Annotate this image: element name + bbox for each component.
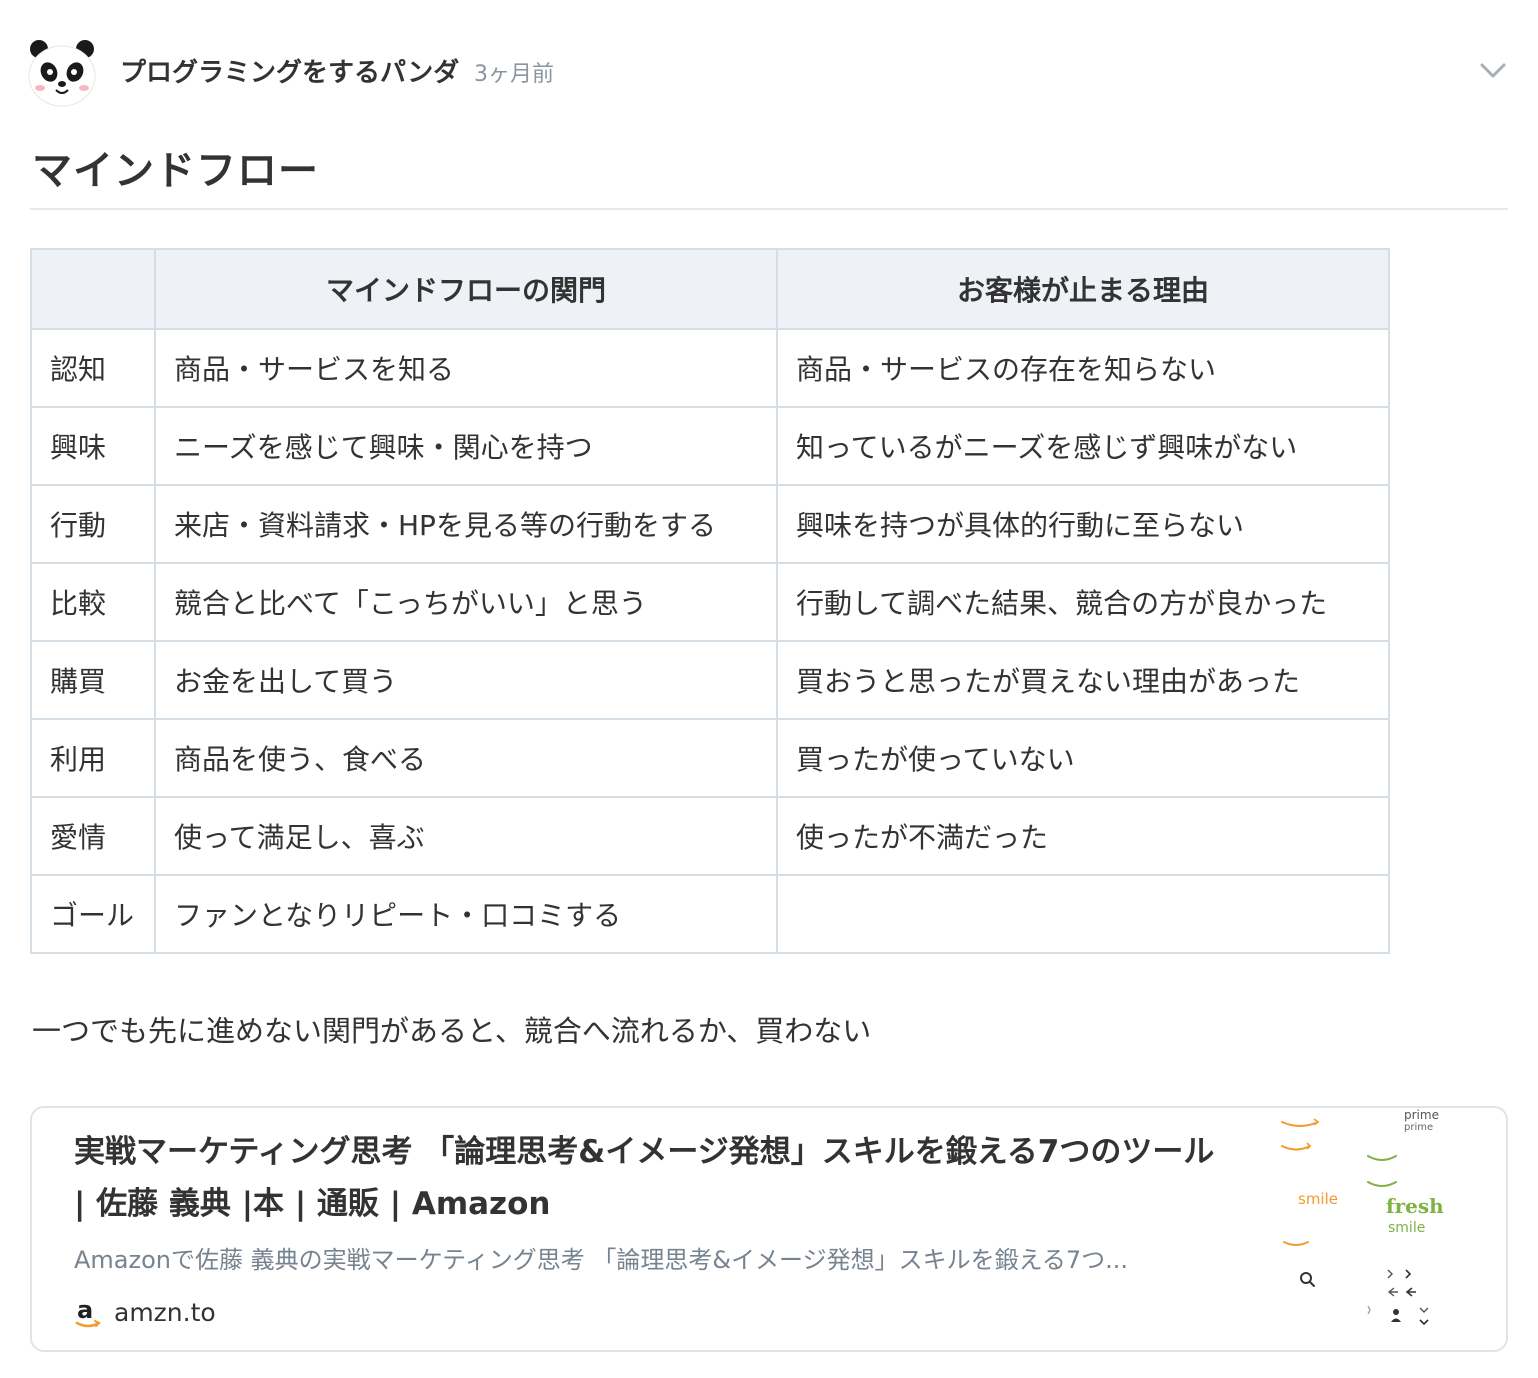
reason-cell: 買ったが使っていない [776,718,1390,798]
thumb-fresh-label: fresh [1386,1194,1444,1218]
link-card-description: Amazonで佐藤 義典の実戦マーケティング思考 「論理思考&イメージ発想」スキ… [74,1246,1129,1274]
reason-cell: 知っているがニーズを感じず興味がない [776,406,1390,486]
thumb-smile-label: smile [1298,1190,1338,1208]
gate-cell: 使って満足し、喜ぶ [154,796,778,876]
gate-cell: ニーズを感じて興味・関心を持つ [154,406,778,486]
link-card[interactable]: 実戦マーケティング思考 「論理思考&イメージ発想」スキルを鍛える7つのツール |… [30,1106,1508,1352]
table-header-row: マインドフローの関門 お客様が止まる理由 [30,248,1390,330]
link-card-domain: amzn.to [114,1298,216,1327]
stage-cell: ゴール [30,874,156,954]
amazon-sprite-image [1281,1118,1429,1326]
gate-cell: 商品・サービスを知る [154,328,778,408]
mindflow-table: マインドフローの関門 お客様が止まる理由 認知 商品・サービスを知る 商品・サー… [30,248,1390,954]
reason-cell: 行動して調べた結果、競合の方が良かった [776,562,1390,642]
reason-cell: 興味を持つが具体的行動に至らない [776,484,1390,564]
panda-avatar-icon[interactable] [26,36,98,108]
link-card-title[interactable]: 実戦マーケティング思考 「論理思考&イメージ発想」スキルを鍛える7つのツール |… [74,1126,1234,1230]
table-row: 興味 ニーズを感じて興味・関心を持つ 知っているがニーズを感じず興味がない [30,406,1390,486]
table-row: 比較 競合と比べて「こっちがいい」と思う 行動して調べた結果、競合の方が良かった [30,562,1390,642]
table-row: 利用 商品を使う、食べる 買ったが使っていない [30,718,1390,798]
table-row: 認知 商品・サービスを知る 商品・サービスの存在を知らない [30,328,1390,408]
gate-cell: お金を出して買う [154,640,778,720]
stage-cell: 比較 [30,562,156,642]
reason-cell: 買おうと思ったが買えない理由があった [776,640,1390,720]
gate-cell: ファンとなりリピート・口コミする [154,874,778,954]
author-name[interactable]: プログラミングをするパンダ [120,52,459,89]
table-row: 購買 お金を出して買う 買おうと思ったが買えない理由があった [30,640,1390,720]
post-timestamp: 3ヶ月前 [474,62,554,87]
table-row: ゴール ファンとなりリピート・口コミする [30,874,1390,954]
reason-cell: 商品・サービスの存在を知らない [776,328,1390,408]
favicon-letter: a [77,1296,93,1324]
gate-cell: 競合と比べて「こっちがいい」と思う [154,562,778,642]
stage-cell: 購買 [30,640,156,720]
stage-cell: 認知 [30,328,156,408]
gate-cell: 来店・資料請求・HPを見る等の行動をする [154,484,778,564]
column-header-stage [30,248,156,330]
stage-cell: 興味 [30,406,156,486]
table-row: 愛情 使って満足し、喜ぶ 使ったが不満だった [30,796,1390,876]
stage-cell: 行動 [30,484,156,564]
link-card-thumbnail: prime prime smile fresh smile [1258,1108,1504,1348]
thumb-fresh-smile-label: smile [1388,1220,1426,1236]
amazon-favicon-icon: a [75,1296,101,1328]
user-icon [1393,1309,1399,1315]
post-header: プログラミングをするパンダ 3ヶ月前 [26,34,1508,108]
reason-cell: 使ったが不満だった [776,796,1390,876]
column-header-gate: マインドフローの関門 [154,248,778,330]
stage-cell: 利用 [30,718,156,798]
title-divider [30,208,1508,210]
post-title: マインドフロー [32,148,319,194]
gate-cell: 商品を使う、食べる [154,718,778,798]
column-header-reason: お客様が止まる理由 [776,248,1390,330]
reason-cell [776,874,1390,954]
conclusion-text: 一つでも先に進めない関門があると、競合へ流れるか、買わない [32,1014,872,1048]
stage-cell: 愛情 [30,796,156,876]
thumb-prime-small-label: prime [1404,1122,1434,1133]
thumb-prime-label: prime [1404,1108,1439,1122]
table-row: 行動 来店・資料請求・HPを見る等の行動をする 興味を持つが具体的行動に至らない [30,484,1390,564]
chevron-down-icon[interactable] [1478,56,1508,84]
